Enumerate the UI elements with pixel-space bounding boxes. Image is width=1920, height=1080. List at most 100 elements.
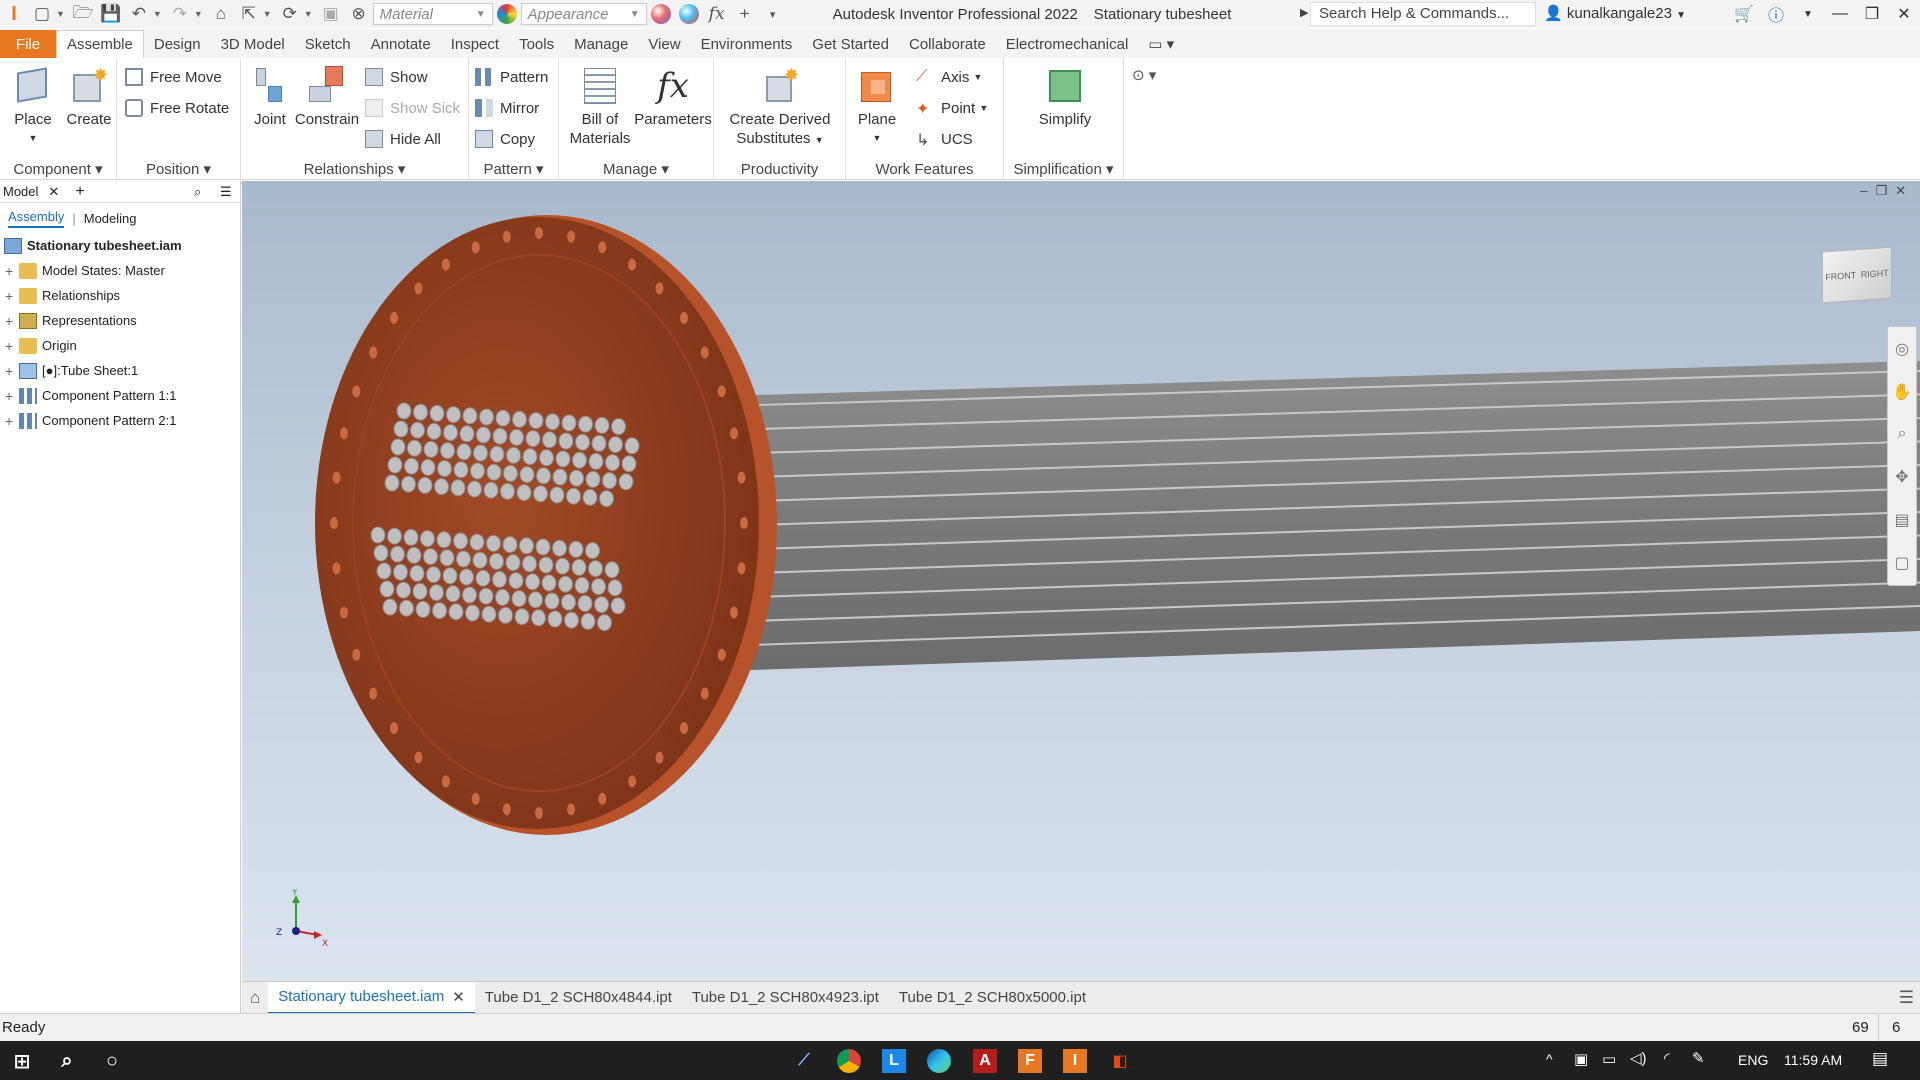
doc-tabs-menu-icon[interactable]: ☰ (1899, 988, 1914, 1008)
fx-icon[interactable]: fx (706, 3, 728, 25)
chrome-icon[interactable] (837, 1049, 861, 1073)
point-button[interactable]: ✦ Point ▼ (916, 95, 988, 121)
wifi-icon[interactable]: ◜ (1664, 1049, 1670, 1067)
language-indicator[interactable]: ENG (1738, 1052, 1768, 1068)
create-button[interactable]: ✸ Create (64, 66, 114, 129)
search-help-input[interactable]: Search Help & Commands... (1310, 2, 1536, 26)
view-cube-front[interactable]: FRONT (1825, 270, 1856, 282)
rebuild-icon[interactable]: ▣ (320, 3, 342, 25)
doc-tab[interactable]: Tube D1_2 SCH80x4844.ipt (475, 982, 682, 1014)
meet-icon[interactable]: ▣ (1574, 1050, 1588, 1068)
tab-design[interactable]: Design (144, 30, 211, 58)
clear-appearance-icon[interactable] (678, 4, 699, 24)
show-button[interactable]: Show (365, 64, 428, 90)
orbit-icon[interactable]: ✥ (1895, 467, 1908, 487)
browser-close-icon[interactable]: ✕ (48, 184, 59, 200)
copy-button[interactable]: Copy (475, 126, 535, 152)
restore-icon[interactable]: ❐ (1856, 4, 1888, 24)
mirror-button[interactable]: Mirror (475, 95, 539, 121)
home-tab-icon[interactable]: ⌂ (242, 988, 268, 1008)
relationships-panel-label[interactable]: Relationships ▾ (241, 160, 468, 178)
tray-up-icon[interactable]: ^ (1546, 1051, 1553, 1067)
l-app-icon[interactable]: L (882, 1049, 906, 1073)
tubesheet-model[interactable] (242, 181, 1920, 981)
browser-search-icon[interactable]: ⌕ (194, 184, 201, 200)
new-file-icon[interactable]: ▢ (31, 3, 53, 25)
taskbar-app-icon[interactable]: ⟋ (792, 1049, 816, 1073)
windows-start-icon[interactable]: ⊞ (10, 1049, 34, 1073)
ucs-button[interactable]: ↳ UCS (916, 126, 973, 152)
notifications-icon[interactable]: ▤ (1872, 1049, 1888, 1069)
tree-item[interactable]: + Component Pattern 1:1 (0, 383, 240, 408)
taskbar-search-icon[interactable]: ⌕ (55, 1049, 79, 1073)
tree-root[interactable]: Stationary tubesheet.iam (0, 233, 240, 258)
select-icon[interactable]: ⇱ (238, 3, 260, 25)
simplification-panel-label[interactable]: Simplification ▾ (1004, 160, 1123, 178)
look-at-icon[interactable]: ▤ (1894, 510, 1909, 530)
expand-icon[interactable]: + (5, 363, 15, 379)
acrobat-icon[interactable]: A (973, 1049, 997, 1073)
browser-menu-icon[interactable]: ☰ (220, 184, 232, 200)
plane-button[interactable]: Plane ▼ (852, 66, 902, 148)
bill-of-materials-button[interactable]: Bill of Materials (563, 66, 637, 148)
battery-icon[interactable]: ▭ (1602, 1050, 1616, 1068)
create-derived-substitutes-button[interactable]: ✸ Create Derived Substitutes ▼ (714, 66, 846, 150)
constrain-button[interactable]: Constrain (293, 66, 361, 129)
tab-inspect[interactable]: Inspect (441, 30, 509, 58)
tab-assemble[interactable]: Assemble (56, 30, 144, 58)
expand-icon[interactable]: + (5, 338, 15, 354)
browser-add-tab-icon[interactable]: + (75, 183, 84, 201)
tree-item[interactable]: + [●]:Tube Sheet:1 (0, 358, 240, 383)
pan-icon[interactable]: ✋ (1892, 382, 1912, 402)
tab-sketch[interactable]: Sketch (295, 30, 361, 58)
subtab-assembly[interactable]: Assembly (8, 209, 65, 228)
inventor-taskbar-icon[interactable]: I (1063, 1049, 1087, 1073)
expand-icon[interactable]: + (5, 413, 15, 429)
minimize-icon[interactable]: — (1824, 5, 1856, 23)
tab-view[interactable]: View (638, 30, 690, 58)
help-icon[interactable]: ⓘ (1760, 2, 1792, 26)
view-face-icon[interactable]: ▢ (1894, 553, 1909, 573)
tab-3d-model[interactable]: 3D Model (211, 30, 295, 58)
tree-item[interactable]: + Component Pattern 2:1 (0, 408, 240, 433)
plus-icon[interactable]: + (734, 3, 756, 25)
tab-collaborate[interactable]: Collaborate (899, 30, 996, 58)
expand-icon[interactable]: + (5, 288, 15, 304)
view-cube-right[interactable]: RIGHT (1861, 268, 1889, 280)
axis-button[interactable]: ⟋ Axis ▼ (916, 64, 982, 90)
tab-environments[interactable]: Environments (691, 30, 803, 58)
user-account[interactable]: 👤 kunalkangale23 ▼ (1544, 4, 1686, 22)
clock[interactable]: 11:59 AM (1784, 1052, 1842, 1068)
steering-wheel-icon[interactable]: ◎ (1895, 339, 1909, 359)
material-dropdown[interactable]: Material ▼ (372, 3, 493, 25)
view-cube[interactable]: FRONT RIGHT (1822, 246, 1892, 304)
pattern-panel-label[interactable]: Pattern ▾ (469, 160, 558, 178)
appearance-dropdown[interactable]: Appearance ▼ (520, 3, 647, 25)
save-icon[interactable]: 💾 (100, 3, 122, 25)
flange-face[interactable] (315, 217, 759, 829)
doc-tab-active[interactable]: Stationary tubesheet.iam ✕ (268, 981, 475, 1014)
tree-item[interactable]: + Relationships (0, 283, 240, 308)
expand-icon[interactable]: + (5, 263, 15, 279)
tab-annotate[interactable]: Annotate (361, 30, 441, 58)
pen-icon[interactable]: ✎ (1692, 1049, 1705, 1067)
tab-file[interactable]: File (0, 30, 56, 58)
tab-get-started[interactable]: Get Started (802, 30, 899, 58)
expand-icon[interactable]: + (5, 388, 15, 404)
doc-tab[interactable]: Tube D1_2 SCH80x4923.ipt (682, 982, 889, 1014)
home-icon[interactable]: ⌂ (210, 3, 232, 25)
customize-icon[interactable]: ▾ (762, 3, 784, 25)
graphics-viewport[interactable]: –❐✕ FRONT RIGHT ◎ ✋ ⌕ ✥ ▤ ▢ Y X Z (242, 181, 1920, 981)
pattern-button[interactable]: Pattern (475, 64, 548, 90)
ribbon-display-toggle[interactable]: ▭ ▾ (1138, 30, 1184, 58)
doc-tab[interactable]: Tube D1_2 SCH80x5000.ipt (889, 982, 1096, 1014)
manage-panel-label[interactable]: Manage ▾ (559, 160, 713, 178)
subtab-modeling[interactable]: Modeling (84, 211, 137, 226)
hide-all-button[interactable]: Hide All (365, 126, 441, 152)
free-rotate-button[interactable]: Free Rotate (125, 95, 229, 121)
adjust-appearance-icon[interactable] (650, 4, 671, 24)
color-override-icon[interactable]: ⊗ (348, 3, 370, 25)
doc-tab-close-icon[interactable]: ✕ (452, 988, 465, 1006)
f-app-icon[interactable]: F (1018, 1049, 1042, 1073)
undo-icon[interactable]: ↶ (128, 3, 150, 25)
